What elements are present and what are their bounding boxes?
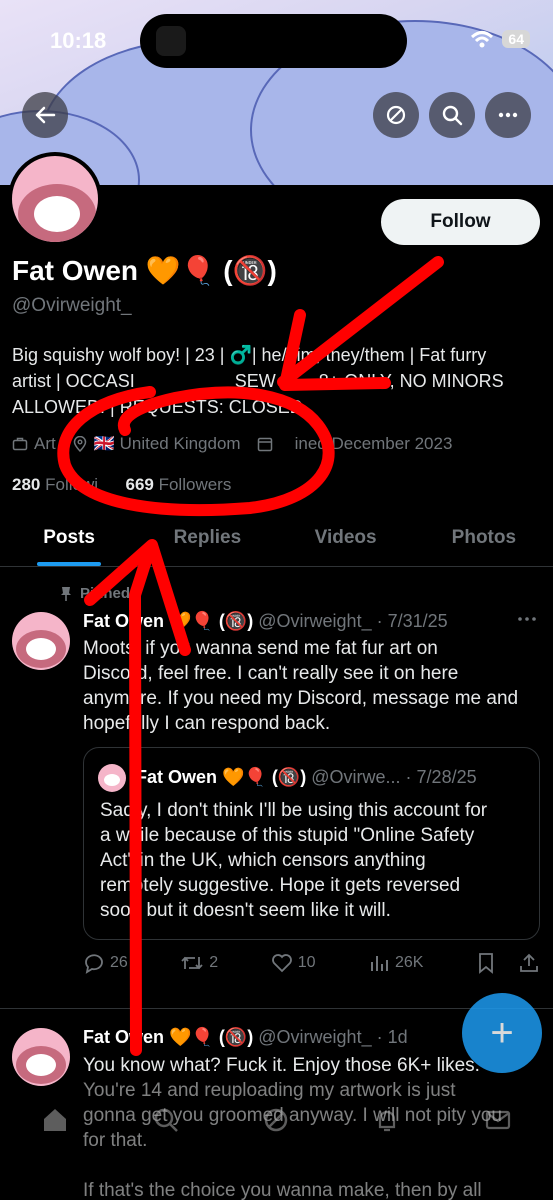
share-icon[interactable]	[518, 952, 540, 974]
grok-button[interactable]	[373, 92, 419, 138]
avatar-art	[34, 196, 80, 232]
tab-videos[interactable]: Videos	[277, 510, 415, 566]
post-header: Fat Owen 🧡🎈 (🔞) @Ovirweight_ · 1d	[83, 1027, 408, 1048]
back-button[interactable]	[22, 92, 68, 138]
search-icon[interactable]	[151, 1105, 181, 1135]
post-actions: 26 2 10 26K	[83, 952, 540, 974]
profile-meta: Art 🇬🇧 United Kingdom ined December 2023	[12, 434, 452, 454]
repost-icon	[181, 956, 203, 970]
location-pin-icon	[73, 436, 86, 452]
avatar-art	[26, 1054, 56, 1076]
post-handle-date: @Ovirweight_ · 7/31/25	[258, 611, 448, 631]
status-time: 10:18	[50, 28, 107, 53]
quote-header: Fat Owen 🧡🎈 (🔞) @Ovirwe... · 7/28/25	[136, 767, 477, 788]
post-avatar[interactable]	[12, 612, 70, 670]
bottom-nav	[0, 1090, 553, 1150]
camera-icon	[156, 26, 186, 56]
bell-icon[interactable]	[372, 1105, 402, 1135]
like-button[interactable]: 10	[271, 952, 316, 974]
followers-link[interactable]: 669 Followers	[125, 475, 231, 494]
search-button[interactable]	[429, 92, 475, 138]
profile-name: Fat Owen 🧡🎈 (🔞)	[12, 255, 277, 286]
quote-body: Sadly, I don't think I'll be using this …	[100, 800, 488, 921]
quote-handle-date: @Ovirwe... · 7/28/25	[311, 767, 477, 787]
quote-author: Fat Owen 🧡🎈 (🔞)	[136, 767, 307, 787]
more-button[interactable]	[485, 92, 531, 138]
pin-icon	[61, 586, 71, 601]
avatar-art	[104, 774, 120, 786]
post-handle-date: @Ovirweight_ · 1d	[258, 1027, 408, 1047]
post-author[interactable]: Fat Owen 🧡🎈 (🔞)	[83, 1027, 253, 1047]
follow-button[interactable]: Follow	[381, 199, 540, 245]
views-button[interactable]: 26K	[368, 952, 423, 974]
post-header: Fat Owen 🧡🎈 (🔞) @Ovirweight_ · 7/31/25	[83, 611, 448, 632]
mail-icon[interactable]	[483, 1105, 513, 1135]
plus-icon: +	[490, 1010, 514, 1055]
post-more-button[interactable]	[516, 608, 538, 635]
repost-button[interactable]: 2	[180, 952, 218, 974]
compose-button[interactable]: +	[462, 993, 542, 1073]
post-author[interactable]: Fat Owen 🧡🎈 (🔞)	[83, 611, 253, 631]
profile-category: Art	[12, 434, 56, 454]
bio-line: Big squishy wolf boy! | 23 | ♂️| he/him,…	[12, 345, 487, 365]
arrow-left-icon	[35, 106, 56, 124]
profile-handle: @Ovirweight_	[12, 295, 132, 316]
profile-bio: Big squishy wolf boy! | 23 | ♂️| he/him,…	[12, 342, 547, 420]
tab-posts[interactable]: Posts	[0, 510, 138, 566]
tab-replies[interactable]: Replies	[138, 510, 276, 566]
post-avatar[interactable]	[12, 1028, 70, 1086]
more-horizontal-icon	[498, 112, 518, 118]
wifi-icon	[471, 31, 494, 48]
battery-indicator: 64	[502, 30, 530, 48]
bio-line: ALLOWED! | REQUESTS: CLOSED	[12, 397, 303, 417]
pinned-indicator: Pinned	[60, 585, 130, 602]
avatar[interactable]	[8, 152, 102, 246]
views-chart-icon	[371, 956, 388, 971]
following-link[interactable]: 280 Followi	[12, 475, 98, 494]
reply-icon	[85, 954, 103, 974]
quote-avatar	[98, 764, 126, 792]
more-horizontal-icon	[518, 617, 536, 621]
heart-icon	[271, 954, 292, 973]
tab-photos[interactable]: Photos	[415, 510, 553, 566]
briefcase-icon	[12, 437, 28, 451]
home-icon[interactable]	[40, 1105, 70, 1135]
calendar-icon	[257, 437, 272, 452]
profile-location: 🇬🇧 United Kingdom	[72, 434, 241, 454]
bio-line: artist | OCCASI SEW —8+ ONLY, NO MINORS	[12, 371, 504, 391]
quoted-post[interactable]: Fat Owen 🧡🎈 (🔞) @Ovirwe... · 7/28/25 Sad…	[83, 747, 540, 940]
no-sign-icon	[386, 105, 406, 125]
no-sign-icon[interactable]	[261, 1105, 291, 1135]
reply-button[interactable]: 26	[83, 952, 128, 974]
search-icon	[442, 105, 463, 126]
status-bar: 10:18 64	[0, 0, 553, 80]
profile-tabs: Posts Replies Videos Photos	[0, 510, 553, 567]
status-indicators: 64	[470, 30, 530, 48]
profile-joined: ined December 2023	[257, 434, 452, 454]
post-body: Moots, if you wanna send me fat fur art …	[83, 638, 519, 734]
bookmark-icon[interactable]	[476, 952, 496, 974]
follow-counts: 280 Followi 669 Followers	[12, 475, 231, 495]
avatar-art	[26, 638, 56, 660]
